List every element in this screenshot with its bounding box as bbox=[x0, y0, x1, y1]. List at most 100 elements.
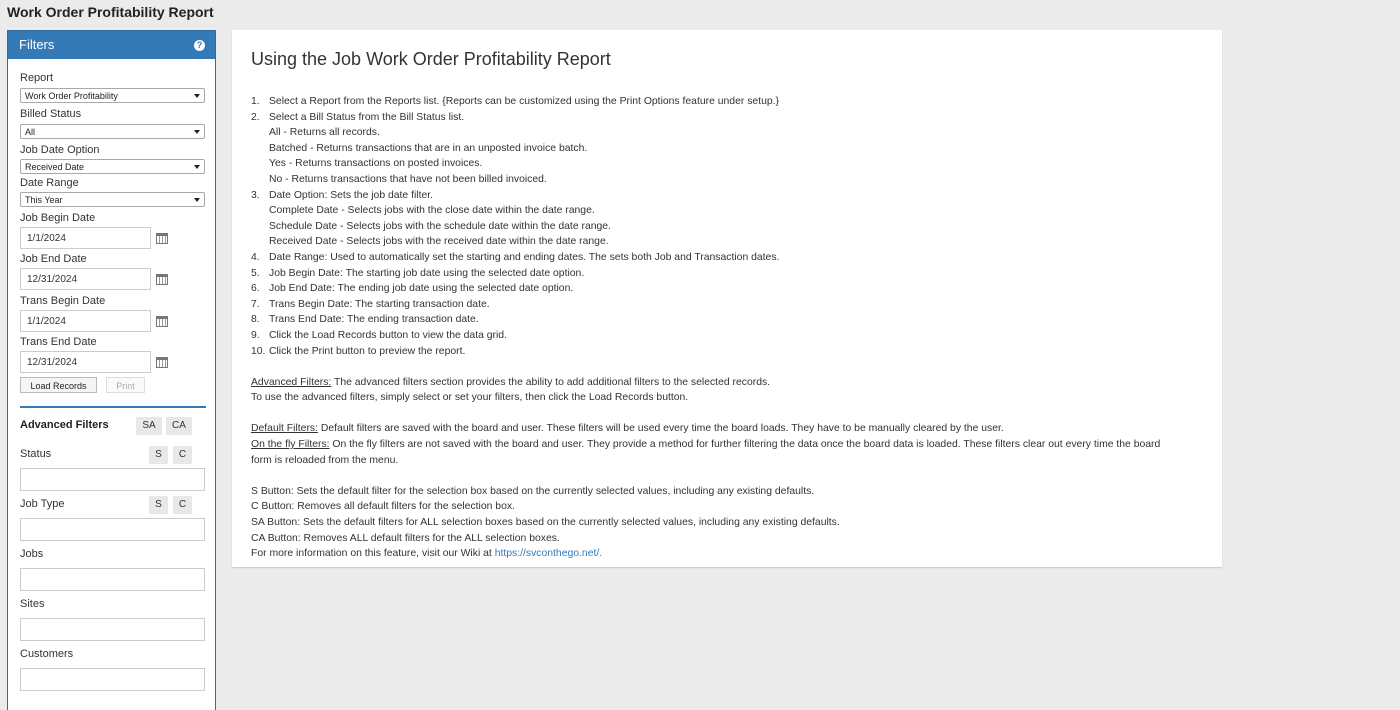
date-range-label: Date Range bbox=[20, 177, 79, 189]
advanced-filters-title: Advanced Filters bbox=[20, 419, 109, 431]
customers-label: Customers bbox=[20, 648, 74, 660]
instruction-subitem: Batched - Returns transactions that are … bbox=[269, 142, 588, 154]
step-number: 1. bbox=[251, 96, 260, 107]
calendar-icon[interactable] bbox=[156, 233, 168, 244]
trans-end-date-input[interactable]: 12/31/2024 bbox=[20, 351, 151, 373]
status-input[interactable] bbox=[20, 468, 205, 491]
report-label: Report bbox=[20, 72, 54, 84]
instruction-step: 6. Job End Date: The ending job date usin… bbox=[251, 281, 1219, 297]
advanced-filters-note: Advanced Filters: The advanced filters s… bbox=[251, 375, 1219, 391]
job-type-input[interactable] bbox=[20, 518, 205, 541]
job-begin-date-label: Job Begin Date bbox=[20, 212, 96, 224]
step-number: 8. bbox=[251, 314, 260, 326]
step-number: 6. bbox=[251, 283, 260, 295]
default-filters-note: Default Filters: Default filters are sav… bbox=[251, 421, 1219, 437]
job-type-label: Job Type bbox=[20, 498, 65, 510]
job-date-option-select[interactable]: Received Date bbox=[20, 159, 205, 174]
fly-filters-term: On the fly Filters: bbox=[251, 439, 330, 451]
instruction-step: 4. Date Range: Used to automatically set … bbox=[251, 250, 1219, 266]
calendar-icon[interactable] bbox=[156, 316, 168, 327]
job-begin-date-input[interactable]: 1/1/2024 bbox=[20, 227, 151, 249]
instruction-subitem: No - Returns transactions that have not … bbox=[269, 173, 547, 185]
filters-title: Filters bbox=[19, 37, 55, 52]
jobs-label: Jobs bbox=[20, 548, 44, 560]
job-type-s-button[interactable]: S bbox=[149, 496, 168, 514]
step-text: Job End Date: The ending job date using … bbox=[269, 283, 574, 295]
customers-input[interactable] bbox=[20, 668, 205, 691]
date-range-select[interactable]: This Year bbox=[20, 192, 205, 207]
billed-status-value: All bbox=[25, 127, 36, 137]
instruction-step: 8. Trans End Date: The ending transaction… bbox=[251, 312, 1219, 328]
step-text: Click the Load Records button to view th… bbox=[269, 329, 507, 341]
sa-button[interactable]: SA bbox=[136, 417, 162, 435]
help-content: 1. Select a Report from the Reports list.… bbox=[251, 94, 1219, 562]
ca-button-note: CA Button: Removes ALL default filters f… bbox=[251, 532, 560, 544]
fly-filters-note: On the fly Filters: On the fly filters a… bbox=[251, 437, 1219, 453]
sa-button-note: SA Button: Sets the default filters for … bbox=[251, 517, 840, 529]
instruction-subitem: All - Returns all records. bbox=[269, 127, 380, 139]
help-icon[interactable]: ? bbox=[194, 40, 205, 51]
instruction-step: 7. Trans Begin Date: The starting transac… bbox=[251, 297, 1219, 313]
date-range-value: This Year bbox=[25, 195, 63, 205]
step-text: Trans Begin Date: The starting transacti… bbox=[269, 298, 490, 310]
status-c-button[interactable]: C bbox=[173, 446, 192, 464]
calendar-icon[interactable] bbox=[156, 357, 168, 368]
jobs-input[interactable] bbox=[20, 568, 205, 591]
trans-begin-date-input[interactable]: 1/1/2024 bbox=[20, 310, 151, 332]
load-records-button[interactable]: Load Records bbox=[20, 377, 97, 393]
chevron-down-icon bbox=[194, 94, 200, 98]
step-number: 4. bbox=[251, 251, 260, 263]
instruction-subitem: Complete Date - Selects jobs with the cl… bbox=[269, 205, 595, 217]
instructions-list: 1. Select a Report from the Reports list.… bbox=[251, 94, 1219, 359]
job-type-c-button[interactable]: C bbox=[173, 496, 192, 514]
ca-button[interactable]: CA bbox=[166, 417, 192, 435]
trans-begin-date-label: Trans Begin Date bbox=[20, 295, 106, 307]
help-title: Using the Job Work Order Profitability R… bbox=[251, 49, 611, 69]
report-select-value: Work Order Profitability bbox=[25, 91, 118, 101]
calendar-icon[interactable] bbox=[156, 274, 168, 285]
job-end-date-label: Job End Date bbox=[20, 253, 87, 265]
billed-status-select[interactable]: All bbox=[20, 124, 205, 139]
instruction-step: 1. Select a Report from the Reports list.… bbox=[251, 94, 1219, 110]
filters-header: Filters ? bbox=[8, 31, 215, 59]
c-button-note: C Button: Removes all default filters fo… bbox=[251, 501, 515, 513]
instruction-subitem: Received Date - Selects jobs with the re… bbox=[269, 236, 609, 248]
status-s-button[interactable]: S bbox=[149, 446, 168, 464]
instruction-step: 10. Click the Print button to preview the… bbox=[251, 344, 1219, 360]
step-text: Select a Report from the Reports list. {… bbox=[269, 96, 779, 107]
advanced-filters-text: The advanced filters section provides th… bbox=[331, 376, 771, 388]
chevron-down-icon bbox=[194, 165, 200, 169]
wiki-note: For more information on this feature, vi… bbox=[251, 546, 1219, 562]
step-text: Click the Print button to preview the re… bbox=[269, 345, 466, 357]
print-button[interactable]: Print bbox=[106, 377, 145, 393]
advanced-filters-term: Advanced Filters: bbox=[251, 376, 332, 388]
trans-end-date-label: Trans End Date bbox=[20, 336, 97, 348]
help-panel: Using the Job Work Order Profitability R… bbox=[232, 30, 1222, 567]
job-end-date-input[interactable]: 12/31/2024 bbox=[20, 268, 151, 290]
wiki-link[interactable]: https://svconthego.net/. bbox=[495, 548, 602, 559]
instruction-step: 9. Click the Load Records button to view … bbox=[251, 328, 1219, 344]
default-filters-text: Default filters are saved with the board… bbox=[317, 423, 1004, 435]
step-number: 9. bbox=[251, 329, 260, 341]
filters-panel: Filters ? Report Work Order Profitabilit… bbox=[7, 30, 216, 710]
page-title: Work Order Profitability Report bbox=[7, 4, 214, 20]
report-select[interactable]: Work Order Profitability bbox=[20, 88, 205, 103]
step-number: 10. bbox=[251, 345, 266, 357]
instruction-subitem: Yes - Returns transactions on posted inv… bbox=[269, 158, 483, 170]
sites-input[interactable] bbox=[20, 618, 205, 641]
step-text: Date Option: Sets the job date filter. bbox=[269, 189, 434, 201]
instruction-step: 5. Job Begin Date: The starting job date … bbox=[251, 266, 1219, 282]
step-number: 7. bbox=[251, 298, 260, 310]
step-text: Trans End Date: The ending transaction d… bbox=[269, 314, 479, 326]
status-label: Status bbox=[20, 448, 52, 460]
step-text: Select a Bill Status from the Bill Statu… bbox=[269, 111, 465, 123]
billed-status-label: Billed Status bbox=[20, 108, 82, 120]
instruction-step: 3. Date Option: Sets the job date filter. bbox=[251, 188, 1219, 204]
s-button-note: S Button: Sets the default filter for th… bbox=[251, 485, 815, 497]
job-date-option-value: Received Date bbox=[25, 162, 85, 172]
fly-filters-text: On the fly filters are not saved with th… bbox=[329, 439, 1161, 451]
chevron-down-icon bbox=[194, 130, 200, 134]
chevron-down-icon bbox=[194, 198, 200, 202]
instruction-subitem: Schedule Date - Selects jobs with the sc… bbox=[269, 220, 611, 232]
fly-filters-note-2: form is reloaded from the menu. bbox=[251, 454, 399, 466]
